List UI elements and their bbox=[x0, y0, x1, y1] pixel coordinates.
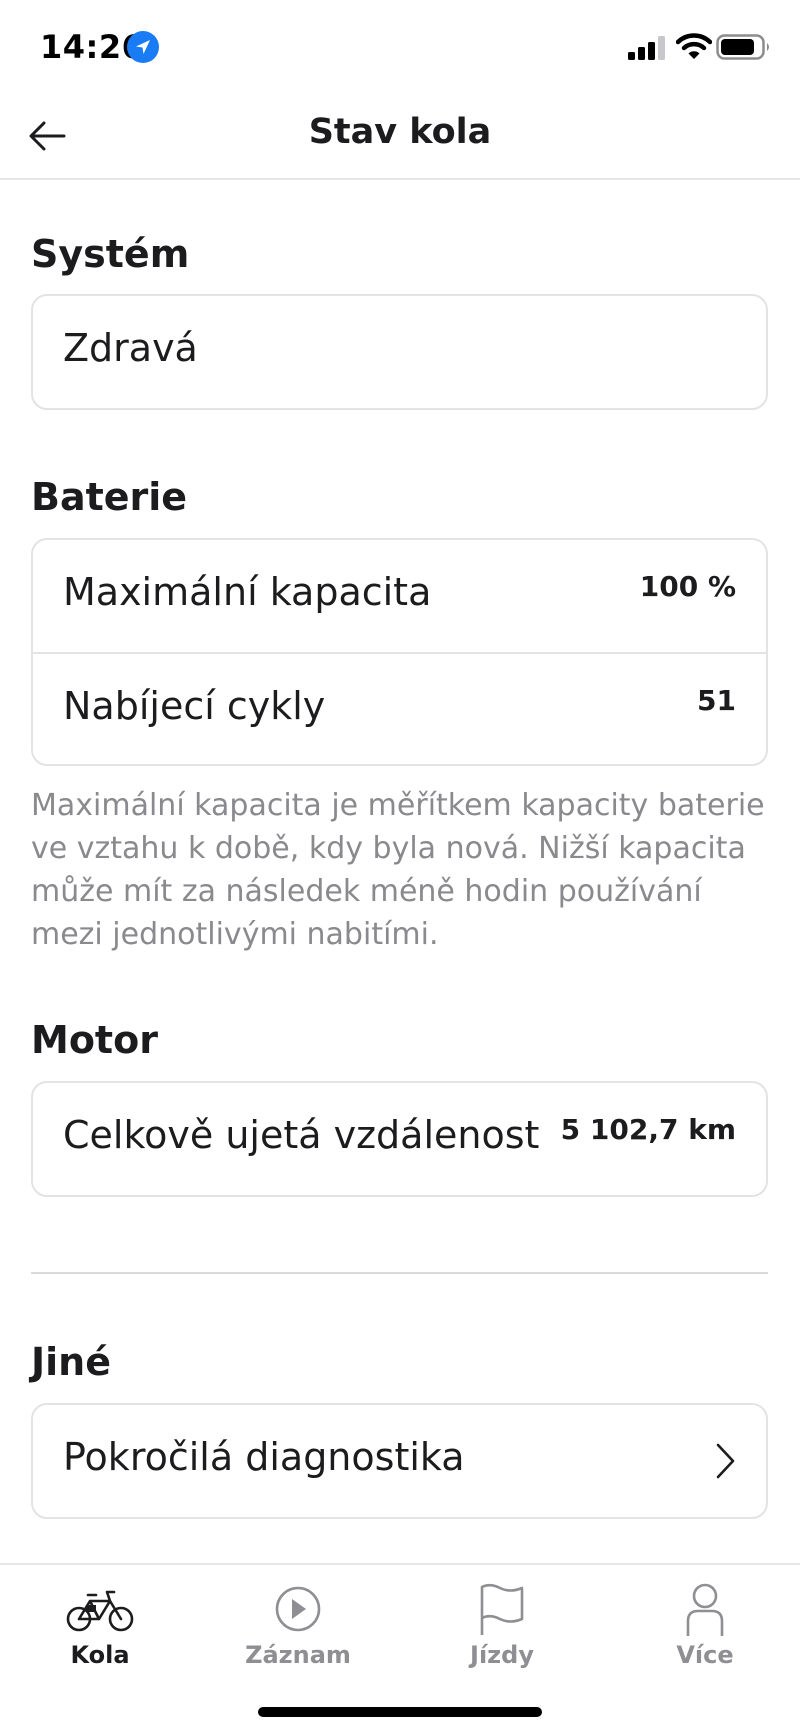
person-icon bbox=[686, 1583, 724, 1636]
tab-label-jizdy: Jízdy bbox=[470, 1641, 534, 1669]
home-indicator bbox=[258, 1707, 542, 1717]
tab-label-kola: Kola bbox=[70, 1641, 130, 1669]
nav-bar: Stav kola bbox=[0, 100, 800, 180]
battery-footnote: Maximální kapacita je měřítkem kapacity … bbox=[31, 788, 765, 952]
cellular-signal-icon bbox=[628, 36, 665, 60]
battery-cycles-row: Nabíjecí cykly 51 bbox=[33, 652, 766, 764]
battery-capacity-row: Maximální kapacita 100 % bbox=[33, 540, 766, 652]
chevron-right-icon bbox=[716, 1443, 735, 1479]
motor-card: Celkově ujetá vzdálenost 5 102,7 km bbox=[31, 1081, 768, 1197]
section-title-other: Jiné bbox=[31, 1340, 111, 1384]
other-card: Pokročilá diagnostika bbox=[31, 1403, 768, 1519]
advanced-diagnostics-row[interactable]: Pokročilá diagnostika bbox=[33, 1405, 766, 1517]
tab-zaznam[interactable]: Záznam bbox=[198, 1565, 398, 1685]
tab-label-vice: Více bbox=[676, 1641, 734, 1669]
status-bar: 14:26 bbox=[0, 0, 800, 100]
battery-capacity-label: Maximální kapacita bbox=[63, 570, 432, 614]
battery-cycles-label: Nabíjecí cykly bbox=[63, 684, 326, 728]
play-icon bbox=[275, 1586, 321, 1632]
system-card: Zdravá bbox=[31, 294, 768, 410]
system-status-label: Zdravá bbox=[63, 326, 198, 370]
wifi-icon bbox=[676, 33, 712, 59]
advanced-diagnostics-label: Pokročilá diagnostika bbox=[63, 1435, 465, 1479]
section-title-battery: Baterie bbox=[31, 475, 188, 519]
battery-cycles-value: 51 bbox=[697, 684, 736, 717]
location-arrow-icon bbox=[127, 31, 159, 63]
tab-jizdy[interactable]: Jízdy bbox=[402, 1565, 602, 1685]
tab-vice[interactable]: Více bbox=[605, 1565, 800, 1685]
motor-distance-label: Celkově ujetá vzdálenost bbox=[63, 1113, 540, 1157]
section-divider bbox=[31, 1272, 768, 1274]
bike-icon bbox=[66, 1590, 134, 1632]
battery-capacity-value: 100 % bbox=[639, 570, 736, 603]
page-title: Stav kola bbox=[308, 112, 492, 152]
system-status-row: Zdravá bbox=[33, 296, 766, 408]
battery-icon bbox=[716, 34, 769, 60]
tab-label-zaznam: Záznam bbox=[245, 1641, 351, 1669]
section-title-motor: Motor bbox=[31, 1018, 158, 1062]
flag-icon bbox=[480, 1583, 524, 1635]
section-title-system: Systém bbox=[31, 232, 190, 276]
motor-distance-value: 5 102,7 km bbox=[560, 1113, 736, 1146]
motor-distance-row: Celkově ujetá vzdálenost 5 102,7 km bbox=[33, 1083, 766, 1195]
tab-kola[interactable]: Kola bbox=[0, 1565, 200, 1685]
battery-card: Maximální kapacita 100 % Nabíjecí cykly … bbox=[31, 538, 768, 766]
